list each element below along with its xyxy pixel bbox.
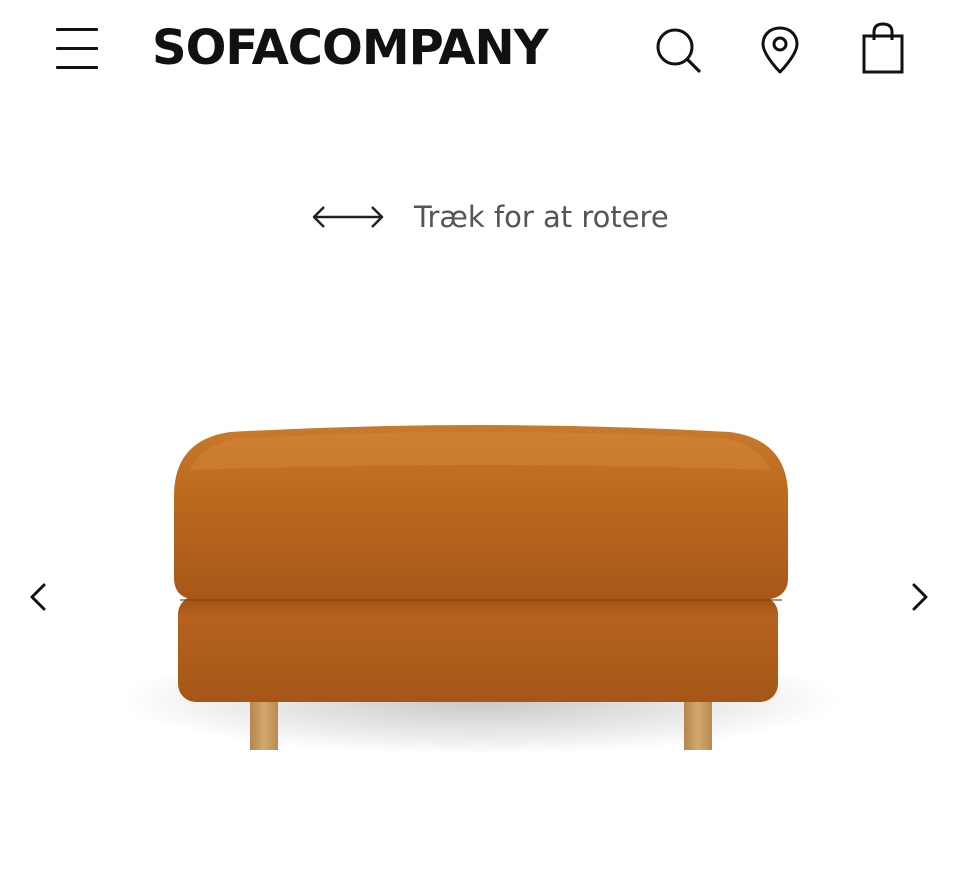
double-arrow-icon — [312, 206, 384, 228]
product-page: SOFACOMPANY Træk for at rotere — [0, 0, 960, 876]
ottoman-image — [120, 425, 840, 755]
rotate-hint: Træk for at rotere — [310, 192, 669, 242]
rotate-hint-text: Træk for at rotere — [414, 200, 669, 234]
chevron-left-icon[interactable] — [16, 575, 60, 619]
site-header: SOFACOMPANY — [0, 0, 960, 100]
shopping-bag-icon[interactable] — [852, 20, 912, 80]
chevron-right-icon[interactable] — [898, 575, 942, 619]
product-3d-viewer[interactable] — [0, 300, 960, 820]
brand-logo[interactable]: SOFACOMPANY — [152, 18, 548, 78]
search-icon[interactable] — [648, 20, 708, 80]
hamburger-menu-icon[interactable] — [50, 24, 106, 76]
location-pin-icon[interactable] — [750, 20, 810, 80]
